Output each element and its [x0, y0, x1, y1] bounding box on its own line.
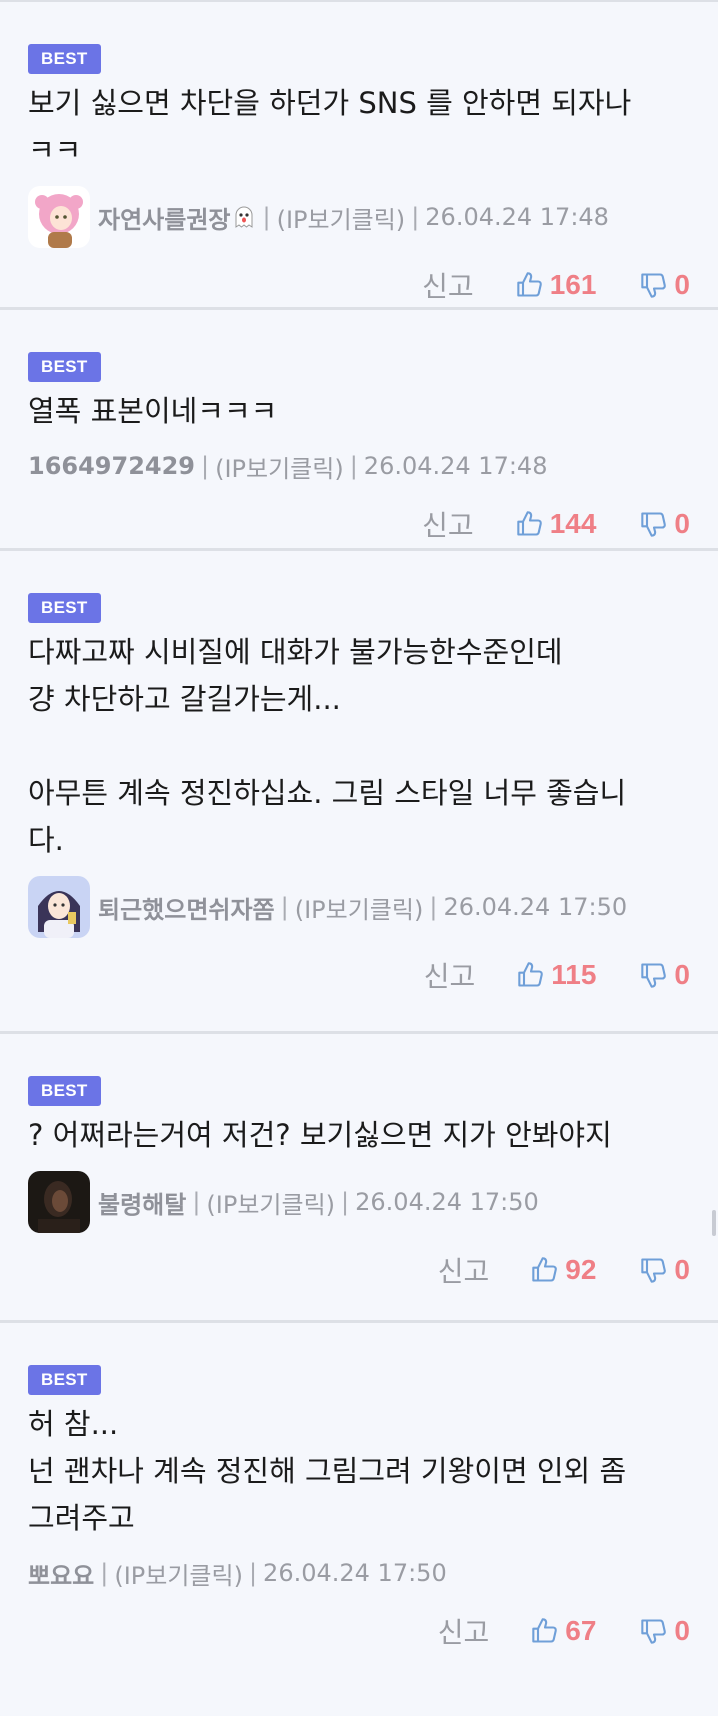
thumbs-up-icon: [532, 1618, 558, 1643]
thumbs-up-icon: [518, 962, 544, 987]
upvote-count: 92: [565, 1254, 597, 1285]
avatar[interactable]: [28, 1171, 90, 1233]
report-button[interactable]: 신고: [438, 1250, 490, 1290]
downvote-count: 0: [674, 959, 690, 990]
comment-item: BEST 허 참... 넌 괜차나 계속 정진해 그림그려 기왕이면 인외 좀 …: [0, 1323, 718, 1683]
comment-meta: 1664972429 | (IP보기클릭) | 26.04.24 17:48: [28, 443, 690, 489]
comment-date: 26.04.24 17:50: [263, 1559, 447, 1587]
report-button[interactable]: 신고: [438, 1611, 490, 1651]
thumbs-up-icon: [516, 511, 542, 536]
thumbs-up-icon: [516, 272, 542, 297]
comment-actions: 신고 144 0: [28, 489, 690, 559]
ghost-icon: [232, 205, 256, 229]
best-badge: BEST: [28, 593, 101, 623]
separator: |: [100, 1559, 109, 1587]
ip-view-link[interactable]: (IP보기클릭): [206, 1185, 335, 1220]
upvote-button[interactable]: 67: [531, 1615, 596, 1647]
ip-view-link[interactable]: (IP보기클릭): [295, 890, 424, 925]
comment-actions: 신고 92 0: [28, 1235, 690, 1305]
comment-item: BEST 열폭 표본이네ㅋㅋㅋ 1664972429 | (IP보기클릭) | …: [0, 310, 718, 551]
report-button[interactable]: 신고: [424, 955, 476, 995]
downvote-count: 0: [674, 508, 690, 539]
avatar[interactable]: [28, 876, 90, 938]
downvote-count: 0: [674, 1615, 690, 1646]
nickname[interactable]: 자연사를권장: [98, 200, 230, 235]
separator: |: [349, 452, 358, 480]
thumbs-down-icon: [641, 1619, 667, 1644]
ip-view-link[interactable]: (IP보기클릭): [215, 449, 344, 484]
upvote-button[interactable]: 115: [517, 959, 596, 991]
separator: |: [341, 1188, 350, 1216]
downvote-button[interactable]: 0: [640, 959, 690, 991]
comment-date: 26.04.24 17:48: [363, 452, 548, 480]
upvote-count: 115: [551, 959, 597, 990]
comment-meta: 퇴근했으면쉬자쫌 | (IP보기클릭) | 26.04.24 17:50: [28, 874, 690, 940]
upvote-button[interactable]: 161: [516, 269, 597, 301]
comment-meta: 뽀요요 | (IP보기클릭) | 26.04.24 17:50: [28, 1550, 690, 1596]
comment-text: 보기 싫으면 차단을 하던가 SNS 를 안하면 되자나 ㅋㅋ: [28, 86, 632, 167]
downvote-button[interactable]: 0: [640, 1254, 690, 1286]
avatar[interactable]: [28, 186, 90, 248]
separator: |: [429, 893, 438, 921]
report-button[interactable]: 신고: [422, 504, 474, 544]
ip-view-link[interactable]: (IP보기클릭): [114, 1556, 243, 1591]
separator: |: [262, 203, 271, 231]
best-badge: BEST: [28, 1076, 101, 1106]
downvote-count: 0: [674, 1254, 690, 1285]
upvote-button[interactable]: 92: [531, 1254, 596, 1286]
comment-item: BEST 보기 싫으면 차단을 하던가 SNS 를 안하면 되자나 ㅋㅋ 자연사…: [0, 2, 718, 310]
thumbs-down-icon: [641, 1258, 667, 1283]
best-badge: BEST: [28, 1365, 101, 1395]
downvote-count: 0: [674, 269, 690, 300]
comment-item: BEST ? 어쩌라는거여 저건? 보기싫으면 지가 안봐야지 불령해탈 | (…: [0, 1034, 718, 1323]
separator: |: [192, 1188, 201, 1216]
comment-text: 열폭 표본이네ㅋㅋㅋ: [28, 394, 278, 428]
comment-actions: 신고 67 0: [28, 1596, 690, 1666]
nickname[interactable]: 불령해탈: [98, 1185, 186, 1220]
downvote-button[interactable]: 0: [640, 508, 690, 540]
comment-date: 26.04.24 17:50: [443, 893, 628, 921]
comment-actions: 신고 115 0: [28, 940, 690, 1010]
comment-date: 26.04.24 17:50: [355, 1188, 539, 1216]
best-badge: BEST: [28, 44, 101, 74]
upvote-count: 67: [565, 1615, 597, 1646]
nickname[interactable]: 뽀요요: [28, 1556, 94, 1591]
comment-text: 허 참... 넌 괜차나 계속 정진해 그림그려 기왕이면 인외 좀 그려주고: [28, 1407, 627, 1535]
thumbs-up-icon: [532, 1257, 558, 1282]
separator: |: [248, 1559, 258, 1587]
comment-meta: 불령해탈 | (IP보기클릭) | 26.04.24 17:50: [28, 1169, 690, 1235]
downvote-button[interactable]: 0: [640, 269, 690, 301]
thumbs-down-icon: [641, 963, 667, 988]
nickname[interactable]: 퇴근했으면쉬자쫌: [98, 890, 275, 925]
comment-item: BEST 다짜고짜 시비질에 대화가 불가능한수준인데 걍 차단하고 갈길가는게…: [0, 551, 718, 1034]
separator: |: [411, 203, 420, 231]
downvote-button[interactable]: 0: [640, 1615, 690, 1647]
separator: |: [201, 452, 210, 480]
comment-date: 26.04.24 17:48: [425, 203, 609, 231]
thumbs-down-icon: [641, 273, 667, 298]
scrollbar-thumb[interactable]: [712, 1210, 716, 1236]
nickname[interactable]: 1664972429: [28, 452, 195, 480]
comment-text: ? 어쩌라는거여 저건? 보기싫으면 지가 안봐야지: [28, 1118, 612, 1152]
upvote-button[interactable]: 144: [516, 508, 597, 540]
comment-meta: 자연사를권장 | (IP보기클릭) | 26.04.24 17:48: [28, 184, 690, 250]
thumbs-down-icon: [641, 512, 667, 537]
separator: |: [280, 893, 289, 921]
ip-view-link[interactable]: (IP보기클릭): [277, 200, 406, 235]
upvote-count: 144: [549, 508, 597, 539]
comment-text: 다짜고짜 시비질에 대화가 불가능한수준인데 걍 차단하고 갈길가는게... 아…: [28, 635, 627, 857]
upvote-count: 161: [549, 269, 597, 300]
report-button[interactable]: 신고: [422, 265, 474, 305]
best-badge: BEST: [28, 352, 101, 382]
